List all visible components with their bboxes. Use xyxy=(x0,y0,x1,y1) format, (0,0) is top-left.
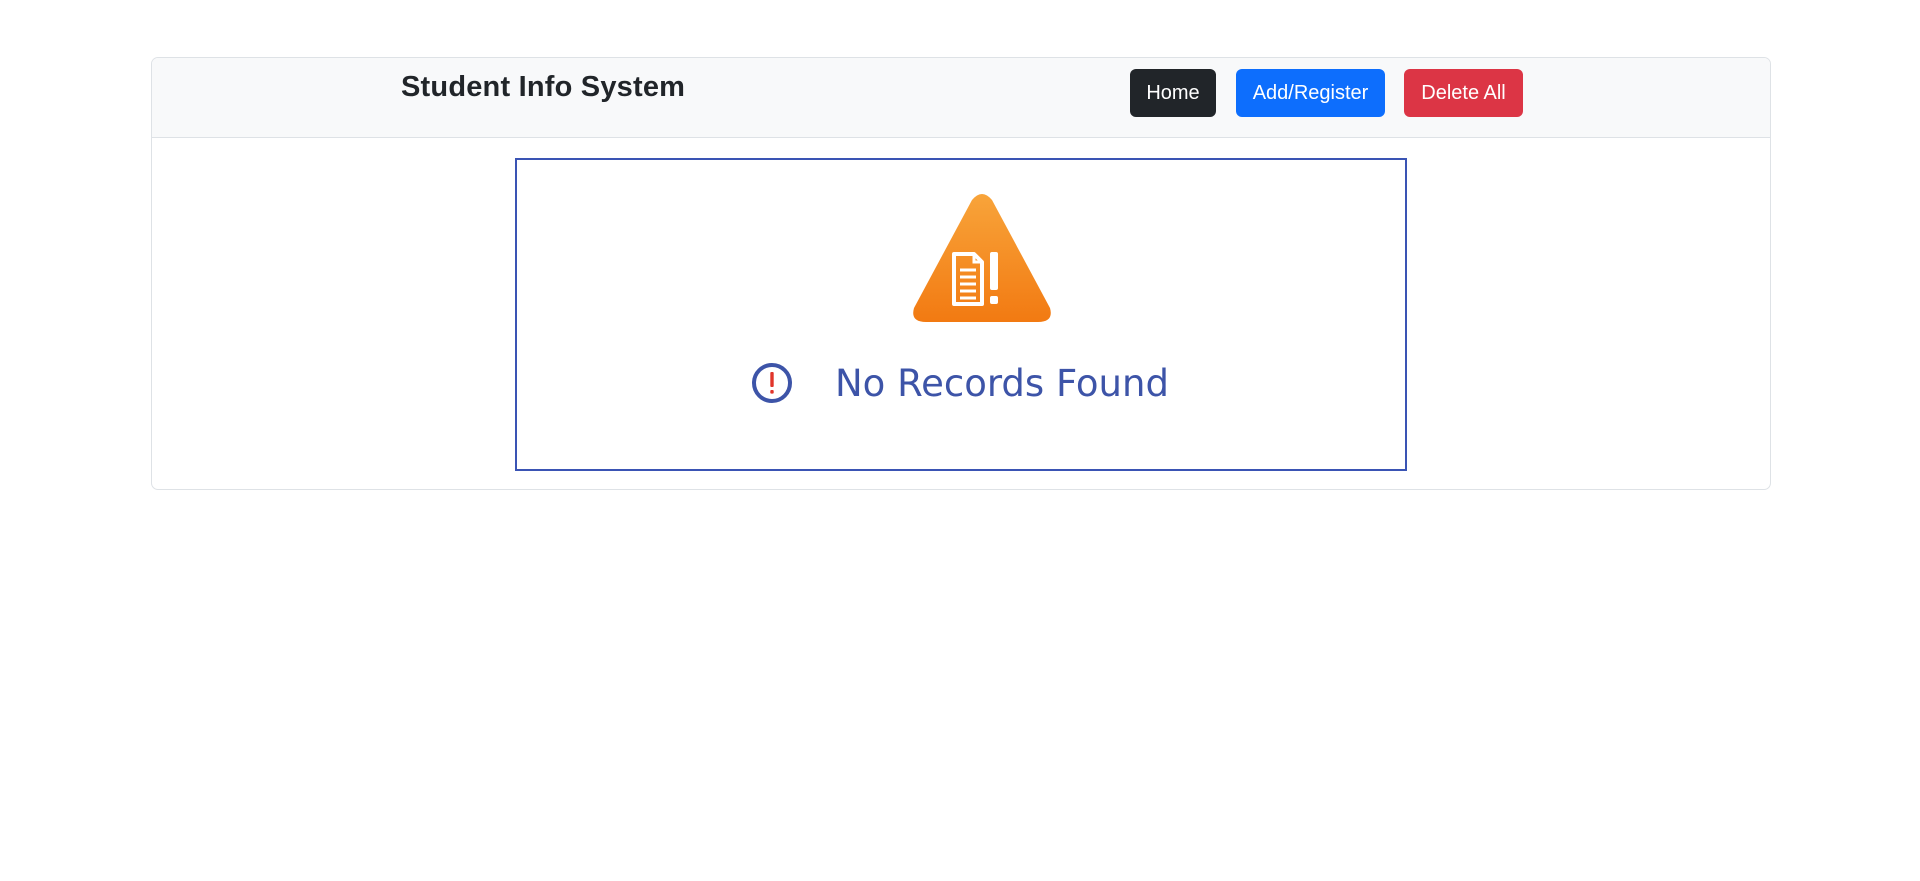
info-circle-icon xyxy=(752,363,792,403)
no-records-row: No Records Found xyxy=(751,358,1169,408)
app-title: Student Info System xyxy=(401,71,686,103)
main-card: Student Info System Home Add/Register De… xyxy=(151,57,1771,490)
no-records-message: No Records Found xyxy=(835,361,1169,405)
add-register-button[interactable]: Add/Register xyxy=(1236,69,1385,117)
delete-all-button[interactable]: Delete All xyxy=(1404,69,1523,117)
card-header: Student Info System Home Add/Register De… xyxy=(152,58,1770,138)
document-warning-triangle-icon xyxy=(913,194,1051,322)
home-button[interactable]: Home xyxy=(1130,69,1216,117)
no-records-panel: No Records Found xyxy=(515,158,1407,471)
